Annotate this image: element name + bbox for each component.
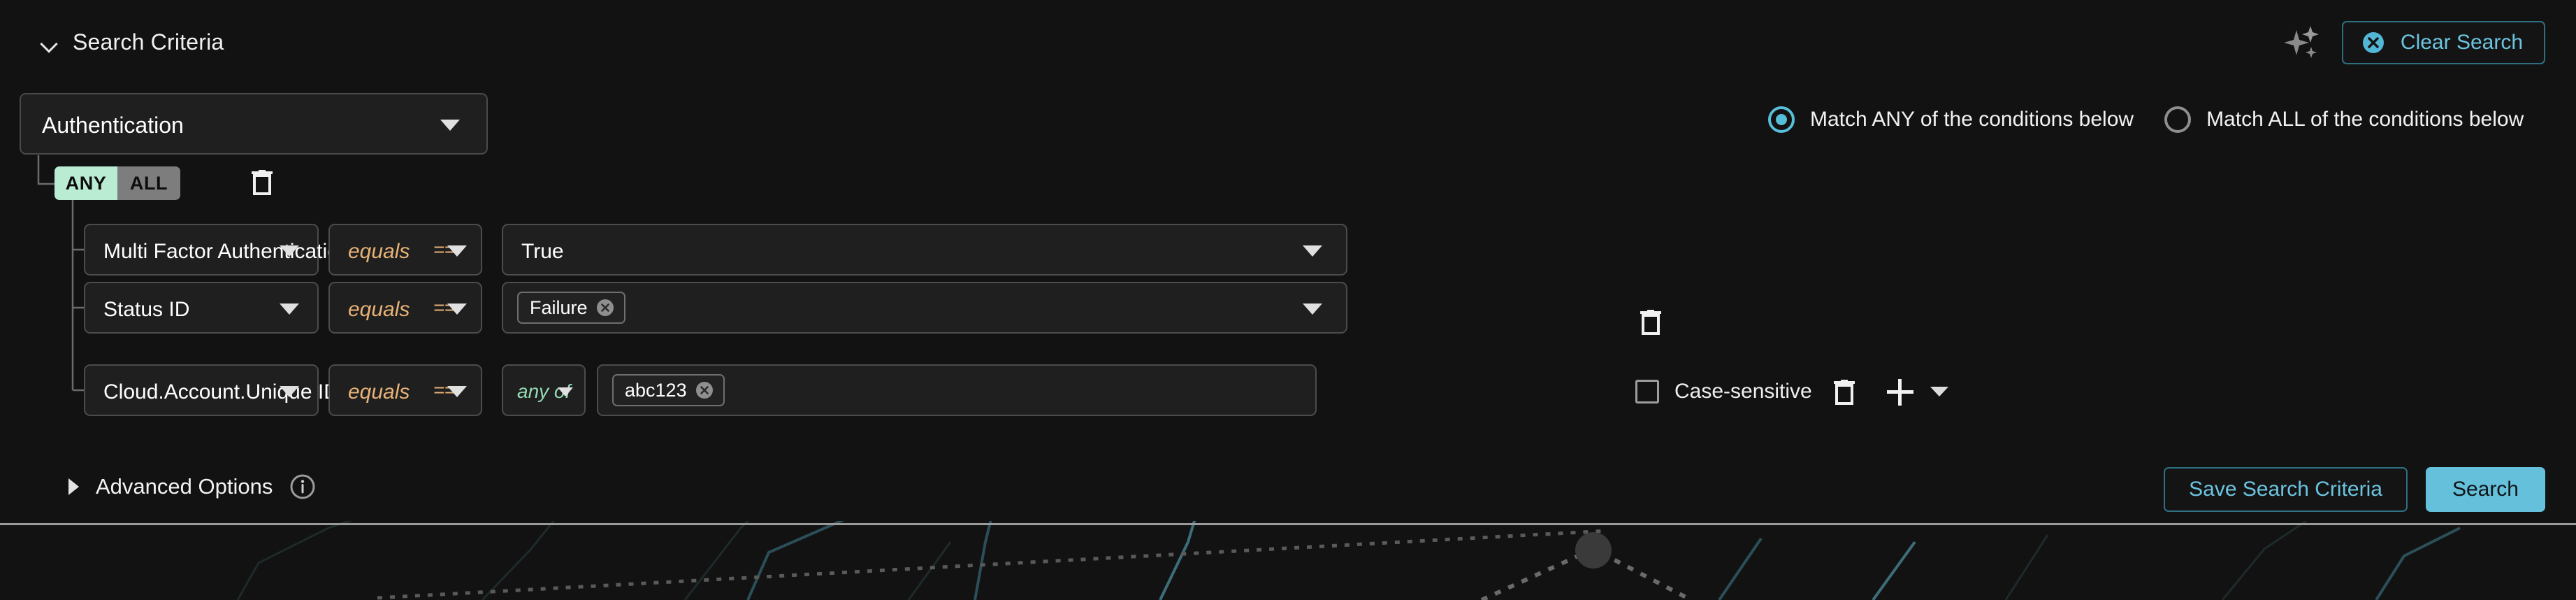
background-decoration (0, 521, 2576, 600)
clear-search-button[interactable]: Clear Search (2341, 21, 2545, 64)
radio-match-any-label: Match ANY of the conditions below (1810, 108, 2134, 131)
delete-condition-trash-icon[interactable] (1832, 378, 1856, 406)
condition-operator-select[interactable]: equals == (328, 224, 482, 276)
triangle-down-icon (447, 245, 467, 257)
radio-match-any[interactable]: Match ANY of the conditions below (1768, 106, 2134, 133)
triangle-down-icon (280, 386, 299, 397)
condition-value-multiselect[interactable]: Failure (502, 282, 1347, 334)
radio-selected-icon (1768, 106, 1795, 133)
case-sensitive-label: Case-sensitive (1674, 380, 1812, 403)
info-circle-icon[interactable] (289, 473, 316, 500)
case-sensitive-checkbox[interactable] (1635, 380, 1659, 403)
clear-search-label: Clear Search (2400, 31, 2523, 54)
condition-operator-label: equals (348, 380, 410, 403)
condition-row: Cloud.Account.Unique ID equals == any of… (84, 364, 1317, 416)
radio-unselected-icon (2164, 106, 2192, 133)
chip-remove-icon[interactable] (695, 381, 714, 399)
condition-operator-label: equals (348, 298, 410, 321)
condition-attribute-select[interactable]: Cloud.Account.Unique ID (84, 364, 339, 416)
triangle-down-icon (1303, 245, 1322, 257)
condition-row: Multi Factor Authentication equals == Tr… (84, 224, 1347, 276)
match-mode-radio-group: Match ANY of the conditions below Match … (1768, 106, 2524, 133)
group-type-select[interactable]: Authentication (20, 93, 488, 155)
search-criteria-panel: Search Criteria Clear Search Match ANY o… (0, 0, 2576, 600)
value-chip[interactable]: abc123 (612, 374, 725, 406)
radio-match-all[interactable]: Match ALL of the conditions below (2164, 106, 2524, 133)
condition-operator-select[interactable]: equals == (328, 282, 482, 334)
chevron-down-icon[interactable] (41, 34, 57, 51)
plus-icon[interactable] (1887, 379, 1913, 406)
condition-operator-select[interactable]: equals == (328, 364, 482, 416)
triangle-right-icon (68, 478, 79, 495)
condition-value: True (521, 240, 564, 263)
condition-match-any-select[interactable]: any of (502, 364, 586, 416)
panel-header-left[interactable]: Search Criteria (41, 29, 224, 55)
sparkles-icon[interactable] (2283, 24, 2321, 61)
condition-operator-label: equals (348, 240, 410, 263)
case-sensitive-control[interactable]: Case-sensitive (1635, 380, 1812, 403)
advanced-options-label: Advanced Options (96, 474, 273, 499)
group-logic-toggle: ANY ALL (55, 166, 180, 200)
delete-condition-trash-icon[interactable] (1639, 308, 1663, 336)
value-chip-label: abc123 (625, 379, 687, 401)
triangle-down-icon (440, 120, 460, 131)
advanced-options-toggle[interactable]: Advanced Options (68, 473, 316, 500)
group-type-value: Authentication (42, 113, 184, 138)
triangle-down-icon (447, 386, 467, 397)
triangle-down-icon (1303, 303, 1322, 315)
triangle-down-icon (447, 303, 467, 315)
condition-attribute-value: Status ID (103, 298, 190, 321)
condition-attribute-value: Multi Factor Authentication (103, 240, 351, 263)
condition-attribute-value: Cloud.Account.Unique ID (103, 380, 339, 403)
triangle-down-icon (280, 303, 299, 315)
save-search-criteria-button[interactable]: Save Search Criteria (2164, 467, 2408, 512)
condition-row: Status ID equals == Failure (84, 282, 1347, 334)
footer-actions: Save Search Criteria Search (2164, 467, 2545, 512)
value-chip-label: Failure (530, 297, 588, 318)
radio-match-all-label: Match ALL of the conditions below (2206, 108, 2524, 131)
add-menu-triangle-down-icon[interactable] (1930, 387, 1948, 397)
triangle-down-icon (558, 387, 573, 397)
value-chip[interactable]: Failure (517, 292, 625, 324)
condition-value-select[interactable]: True (502, 224, 1347, 276)
condition-attribute-select[interactable]: Status ID (84, 282, 319, 334)
logic-toggle-all[interactable]: ALL (117, 166, 180, 200)
triangle-down-icon (280, 245, 299, 257)
panel-divider (0, 523, 2576, 525)
circle-x-icon (2361, 31, 2385, 55)
page-title: Search Criteria (73, 29, 224, 55)
condition-attribute-select[interactable]: Multi Factor Authentication (84, 224, 351, 276)
panel-header: Search Criteria Clear Search (0, 0, 2576, 84)
delete-group-trash-icon[interactable] (250, 168, 274, 196)
search-button[interactable]: Search (2425, 467, 2545, 512)
panel-header-right: Clear Search (2283, 21, 2545, 64)
logic-toggle-any[interactable]: ANY (55, 166, 117, 200)
chip-remove-icon[interactable] (596, 299, 614, 317)
condition-value-tag-input[interactable]: abc123 (597, 364, 1317, 416)
